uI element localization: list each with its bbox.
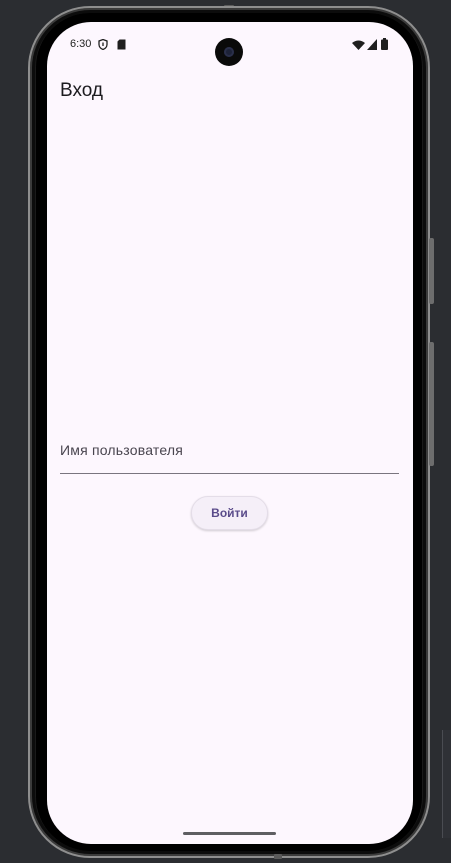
frame-bottom-marker xyxy=(274,854,282,859)
page-title: Вход xyxy=(60,80,103,101)
login-button[interactable]: Войти xyxy=(191,496,268,530)
navigation-handle[interactable] xyxy=(183,832,276,835)
battery-icon xyxy=(381,38,388,50)
phone-screen: 6:30 Вход Имя пользователя Войти xyxy=(47,22,413,844)
wifi-icon xyxy=(352,40,365,50)
volume-button[interactable] xyxy=(429,342,434,466)
status-bar: 6:30 xyxy=(47,22,413,68)
emulator-stage: 6:30 Вход Имя пользователя Войти xyxy=(0,0,451,863)
username-field[interactable]: Имя пользователя xyxy=(60,436,399,474)
emulator-side-panel xyxy=(442,730,451,838)
signal-icon xyxy=(367,39,377,50)
username-placeholder: Имя пользователя xyxy=(60,442,184,458)
power-button[interactable] xyxy=(429,238,434,304)
front-camera xyxy=(215,38,243,66)
sd-card-icon xyxy=(117,39,126,50)
shield-icon xyxy=(98,39,108,50)
status-time: 6:30 xyxy=(70,38,92,50)
